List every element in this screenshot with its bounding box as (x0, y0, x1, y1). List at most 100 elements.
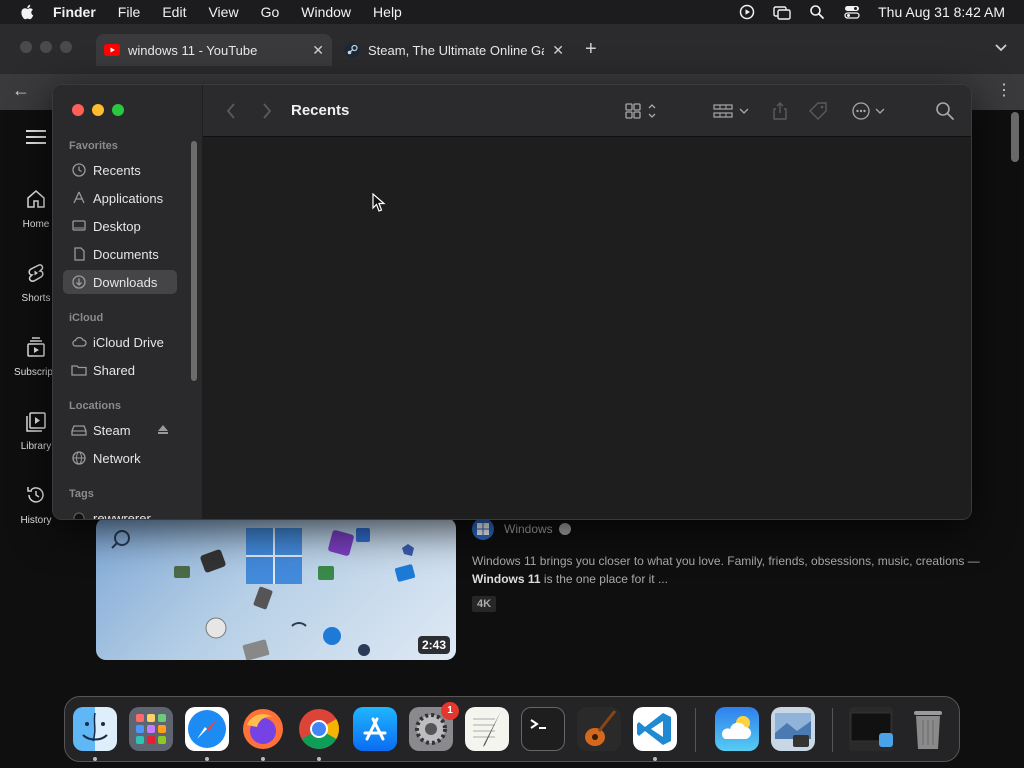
tab-title: windows 11 - YouTube (128, 42, 258, 58)
running-indicator (317, 757, 321, 761)
finder-sidebar: Favorites Recents Applications Desktop D… (53, 85, 202, 519)
spotlight-search-icon[interactable] (808, 3, 826, 21)
eject-icon[interactable] (157, 423, 169, 435)
finder-file-area[interactable] (203, 138, 971, 519)
textedit-dock-icon[interactable] (465, 707, 509, 751)
download-icon (71, 274, 87, 290)
safari-dock-icon[interactable] (185, 707, 229, 751)
notification-badge: 1 (441, 702, 459, 720)
sidebar-item-label: Steam (93, 422, 131, 438)
launchpad-dock-icon[interactable] (129, 707, 173, 751)
sidebar-item-label: Downloads (93, 274, 158, 290)
dock-separator (832, 708, 833, 752)
icon-view-toggle-icon[interactable] (625, 101, 661, 121)
menu-bar: Finder File Edit View Go Window Help Thu… (0, 0, 1024, 24)
home-icon (27, 190, 45, 208)
chrome-dock-icon[interactable] (297, 707, 341, 751)
network-icon (71, 450, 87, 466)
browser-minimize-dot[interactable] (40, 41, 52, 53)
tag-dot-icon (71, 510, 87, 519)
more-actions-icon[interactable] (851, 101, 887, 121)
applications-icon (71, 190, 87, 206)
video-duration: 2:43 (417, 636, 450, 654)
video-thumbnail[interactable]: 2:43 (96, 518, 456, 660)
sidebar-item-label: Applications (93, 190, 164, 206)
control-center-icon[interactable] (843, 3, 861, 21)
sidebar-item-network[interactable]: Network (63, 446, 177, 470)
cloud-icon (71, 334, 87, 350)
menu-window[interactable]: Window (301, 4, 351, 20)
running-indicator (261, 757, 265, 761)
youtube-icon (104, 44, 120, 56)
screen-mirroring-icon[interactable] (773, 3, 791, 21)
finder-dock-icon[interactable] (73, 707, 117, 751)
menu-edit[interactable]: Edit (162, 4, 186, 20)
browser-close-dot[interactable] (20, 41, 32, 53)
shared-folder-icon (71, 362, 87, 378)
menu-clock[interactable]: Thu Aug 31 8:42 AM (878, 4, 1005, 20)
channel-name[interactable]: Windows (504, 522, 553, 536)
shorts-icon (28, 264, 44, 282)
tags-header: Tags (69, 488, 94, 500)
subscriptions-icon (27, 337, 45, 357)
sidebar-item-icloud-drive[interactable]: iCloud Drive (63, 330, 177, 354)
tag-icon[interactable] (807, 101, 829, 121)
sidebar-item-desktop[interactable]: Desktop (63, 214, 177, 238)
sidebar-item-applications[interactable]: Applications (63, 186, 177, 210)
minimize-window-button[interactable] (92, 104, 104, 116)
preview-dock-icon[interactable] (771, 707, 815, 751)
favorites-header: Favorites (69, 140, 118, 152)
menu-view[interactable]: View (208, 4, 238, 20)
new-tab-icon[interactable]: + (585, 38, 597, 61)
dock-separator (695, 708, 696, 752)
sidebar-item-steam[interactable]: Steam (63, 418, 177, 442)
hamburger-menu-icon[interactable] (26, 130, 46, 144)
locations-header: Locations (69, 400, 121, 412)
trash-dock-icon[interactable] (906, 707, 950, 751)
desktop-icon (71, 218, 87, 234)
menu-file[interactable]: File (118, 4, 141, 20)
firefox-dock-icon[interactable] (241, 707, 285, 751)
page-scrollbar[interactable] (1011, 112, 1019, 162)
tab-list-chevron-icon[interactable] (994, 42, 1008, 52)
app-store-dock-icon[interactable] (353, 707, 397, 751)
menu-help[interactable]: Help (373, 4, 402, 20)
terminal-dock-icon[interactable] (521, 707, 565, 751)
menu-app-name[interactable]: Finder (53, 4, 96, 20)
apple-menu-icon[interactable] (19, 3, 37, 21)
sidebar-item-label: iCloud Drive (93, 334, 164, 350)
browser-menu-icon[interactable]: ⋮ (996, 80, 1012, 100)
downloads-stack-dock-icon[interactable] (849, 707, 893, 751)
running-indicator (93, 757, 97, 761)
sidebar-item-documents[interactable]: Documents (63, 242, 177, 266)
forward-chevron-icon[interactable] (261, 101, 273, 121)
vscode-dock-icon[interactable] (633, 707, 677, 751)
share-icon[interactable] (771, 101, 789, 121)
drive-icon (71, 422, 87, 438)
sidebar-item-downloads[interactable]: Downloads (63, 270, 177, 294)
group-by-icon[interactable] (713, 101, 751, 121)
channel-info[interactable]: Windows (472, 518, 571, 540)
weather-dock-icon[interactable] (715, 707, 759, 751)
sidebar-item-recents[interactable]: Recents (63, 158, 177, 182)
close-window-button[interactable] (72, 104, 84, 116)
sidebar-item-label: Recents (93, 162, 141, 178)
browser-zoom-dot[interactable] (60, 41, 72, 53)
back-chevron-icon[interactable] (225, 101, 237, 121)
garageband-dock-icon[interactable] (577, 707, 621, 751)
sidebar-item-tag[interactable]: rewwrerer (63, 506, 177, 519)
back-arrow-icon[interactable]: ← (12, 80, 30, 101)
close-tab-icon[interactable]: ✕ (312, 42, 324, 59)
menu-go[interactable]: Go (261, 4, 280, 20)
sidebar-scrollbar[interactable] (191, 141, 197, 381)
play-circle-icon[interactable] (738, 3, 756, 21)
browser-tab-youtube[interactable]: windows 11 - YouTube ✕ (96, 34, 332, 66)
clock-icon (71, 162, 87, 178)
sidebar-item-shared[interactable]: Shared (63, 358, 177, 382)
running-indicator (205, 757, 209, 761)
windows-logo-icon (472, 518, 494, 540)
browser-tab-steam[interactable]: Steam, The Ultimate Online Ga ✕ (336, 34, 572, 66)
search-icon[interactable] (935, 101, 955, 121)
zoom-window-button[interactable] (112, 104, 124, 116)
close-tab-icon[interactable]: ✕ (552, 42, 564, 59)
